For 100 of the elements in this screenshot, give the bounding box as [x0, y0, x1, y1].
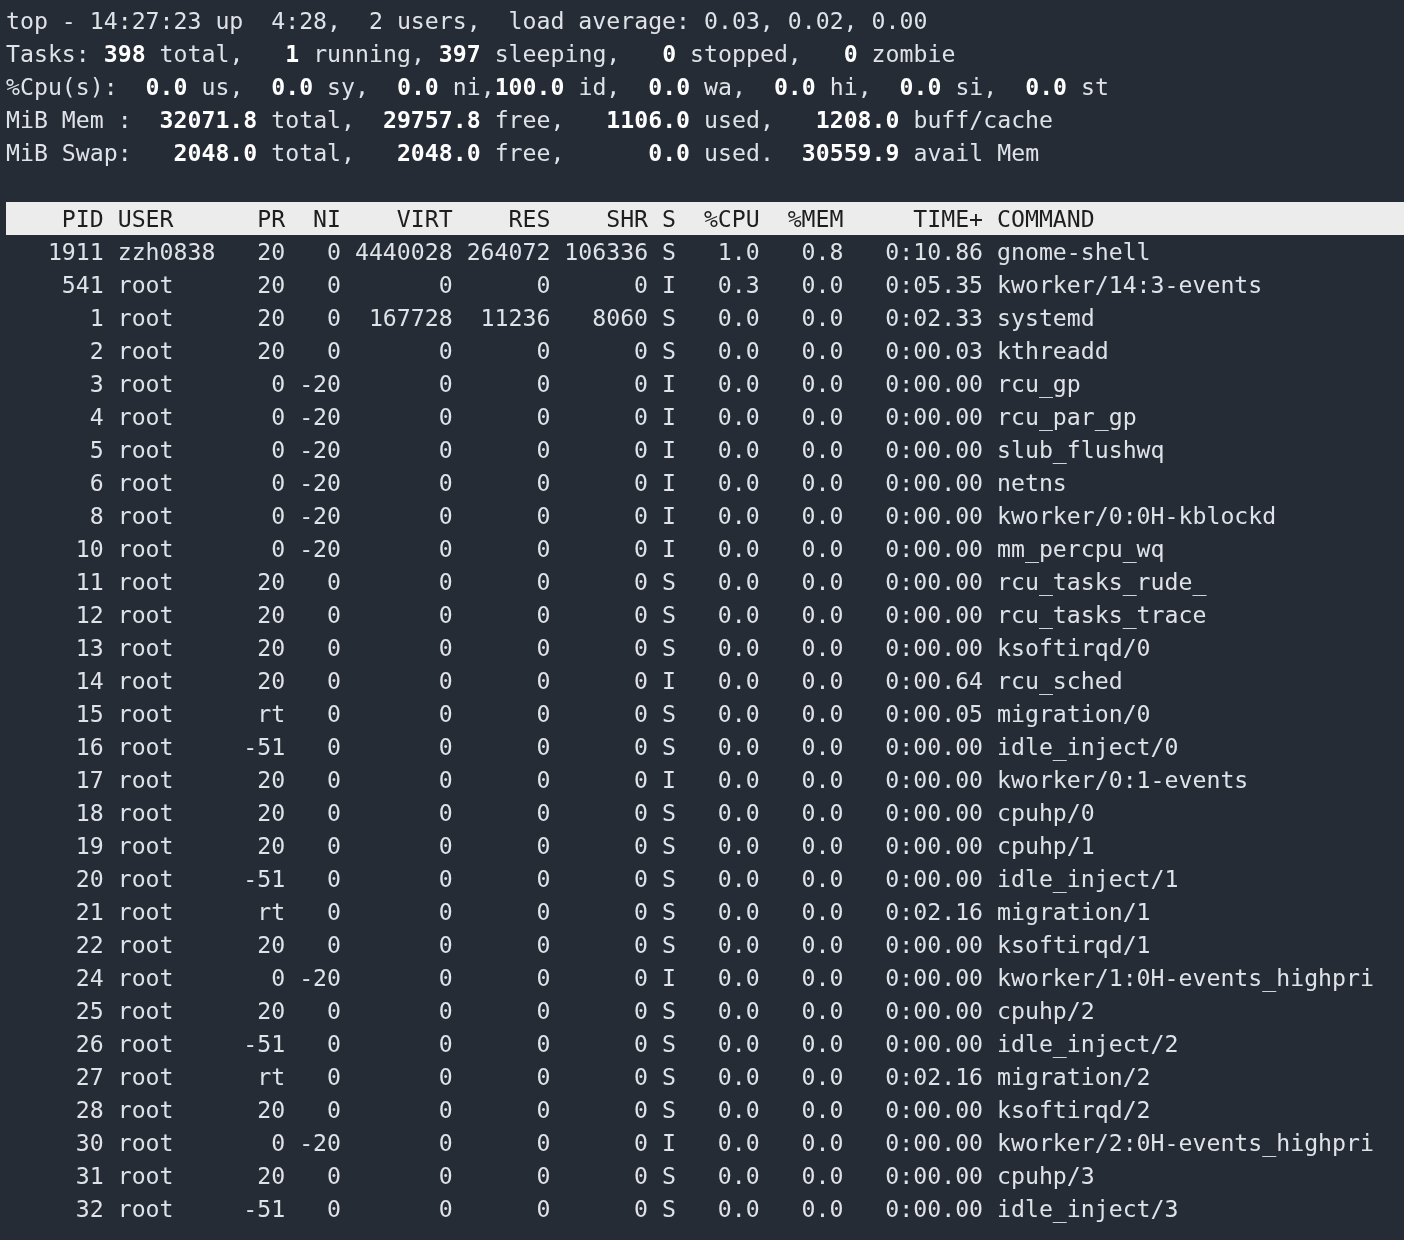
- table-cell-text: netns: [997, 468, 1067, 498]
- table-cell-text: cpuhp/0: [997, 798, 1095, 828]
- table-cell-text: 0:10.86: [884, 237, 984, 267]
- table-cell-text: 0: [270, 963, 286, 993]
- table-cell-text: 0.8: [800, 237, 844, 267]
- table-cell-text: 0: [437, 765, 453, 795]
- table-cell-text: 0: [535, 864, 551, 894]
- table-cell-text: 0.0: [800, 897, 844, 927]
- table-cell-text: 0: [326, 270, 341, 300]
- table-cell-text: 0: [437, 336, 453, 366]
- table-cell-text: root: [117, 864, 175, 894]
- table-cell-text: 167728: [367, 303, 453, 333]
- table-cell-text: 0: [633, 1128, 649, 1158]
- table-cell-text: 10: [74, 534, 104, 564]
- table-cell-text: I: [662, 468, 676, 498]
- table-cell-text: 20: [256, 237, 286, 267]
- table-cell-text: 14: [74, 666, 104, 696]
- table-cell-text: 20: [74, 864, 104, 894]
- table-cell-text: 264072: [466, 237, 551, 267]
- table-cell-text: 0: [535, 798, 551, 828]
- table-cell-text: 0: [535, 732, 551, 762]
- table-cell-text: 0: [326, 633, 341, 663]
- table-cell-text: I: [662, 1128, 676, 1158]
- table-cell-text: 0:00.00: [884, 930, 984, 960]
- table-cell-text: root: [117, 633, 175, 663]
- table-cell-text: 0: [437, 567, 453, 597]
- table-cell-text: 0: [326, 1161, 341, 1191]
- table-cell-text: root: [117, 303, 175, 333]
- table-cell-text: S: [662, 1161, 676, 1191]
- summary-line: %Cpu(s): 0.0 us, 0.0 sy, 0.0 ni,100.0 id, 0.0 wa, 0.0 hi, 0.0 si, 0.0 st: [6, 72, 1110, 102]
- table-cell-text: 0: [437, 831, 453, 861]
- table-cell-text: 1: [88, 303, 104, 333]
- table-cell-text: slub_flushwq: [997, 435, 1165, 466]
- table-cell-text: 0.0: [800, 270, 844, 300]
- table-cell-text: I: [662, 270, 676, 300]
- table-cell-text: S: [662, 930, 676, 960]
- table-cell-text: 0: [326, 765, 341, 795]
- table-cell-text: 0:00.00: [884, 765, 984, 795]
- table-cell-text: idle_inject/2: [997, 1029, 1179, 1060]
- table-cell-text: 0:00.03: [884, 336, 984, 366]
- table-cell-text: 0: [633, 369, 649, 399]
- table-cell-text: cpuhp/1: [997, 831, 1095, 861]
- table-cell-text: 0.0: [716, 633, 760, 663]
- table-cell-text: S: [662, 996, 676, 1026]
- table-cell-text: I: [662, 369, 676, 399]
- table-cell-text: 0.0: [800, 864, 844, 894]
- table-cell-text: 0.0: [800, 831, 844, 861]
- table-cell-text: S: [662, 864, 676, 894]
- table-cell-text: 0: [437, 402, 453, 432]
- table-cell-text: 0: [535, 930, 551, 960]
- table-cell-text: 0:00.00: [884, 798, 984, 828]
- table-cell-text: root: [117, 270, 175, 300]
- table-cell-text: 0: [535, 1062, 551, 1092]
- table-cell-text: root: [117, 996, 175, 1026]
- table-cell-text: 0.0: [800, 1029, 844, 1059]
- table-cell-text: migration/0: [997, 699, 1151, 729]
- table-cell-text: 0: [270, 435, 286, 465]
- table-cell-text: 0: [437, 1029, 453, 1059]
- table-cell-text: 0:00.00: [884, 1029, 984, 1059]
- table-cell-text: 0.0: [716, 303, 760, 333]
- table-cell-text: -51: [243, 1194, 286, 1224]
- table-cell-text: 541: [60, 270, 104, 300]
- column-header: COMMAND: [997, 204, 1095, 234]
- table-cell-text: 0: [326, 996, 341, 1026]
- table-cell-text: 0.0: [800, 501, 844, 531]
- table-cell-text: 0.0: [716, 468, 760, 498]
- table-cell-text: 0: [270, 369, 286, 399]
- table-cell-text: 0:00.00: [884, 501, 984, 531]
- table-cell-text: 11236: [479, 303, 551, 333]
- table-cell-text: 0: [437, 897, 453, 927]
- table-cell-text: 0: [633, 435, 649, 465]
- table-cell-text: 27: [74, 1062, 104, 1092]
- table-cell-text: I: [662, 534, 676, 564]
- table-cell-text: 0: [326, 666, 341, 696]
- table-cell-text: 2: [88, 336, 104, 366]
- table-cell-text: 0: [437, 369, 453, 399]
- table-cell-text: 0.0: [716, 369, 760, 399]
- table-cell-text: 0: [535, 831, 551, 861]
- table-cell-text: 0.0: [800, 699, 844, 729]
- table-cell-text: I: [662, 765, 676, 795]
- table-cell-text: S: [662, 336, 676, 366]
- table-cell-text: 0.0: [800, 633, 844, 663]
- table-cell-text: 0: [437, 1095, 453, 1125]
- table-cell-text: 8: [88, 501, 104, 531]
- table-cell-text: 0.0: [716, 930, 760, 960]
- table-cell-text: root: [117, 963, 175, 993]
- table-cell-text: 0: [633, 468, 649, 498]
- table-cell-text: root: [117, 765, 175, 795]
- table-cell-text: 5: [88, 435, 104, 465]
- column-header: SHR: [605, 204, 649, 234]
- table-cell-text: 0: [535, 1029, 551, 1059]
- table-cell-text: 0:00.00: [884, 1161, 984, 1191]
- table-cell-text: 0: [437, 732, 453, 762]
- table-cell-text: 0:00.00: [884, 864, 984, 894]
- table-cell-text: gnome-shell: [997, 237, 1151, 267]
- table-cell-text: 0: [437, 864, 453, 894]
- table-cell-text: 0:02.16: [884, 1062, 984, 1092]
- table-cell-text: 0.0: [800, 303, 844, 333]
- table-cell-text: 0:00.00: [884, 534, 984, 564]
- table-cell-text: 0.0: [716, 336, 760, 366]
